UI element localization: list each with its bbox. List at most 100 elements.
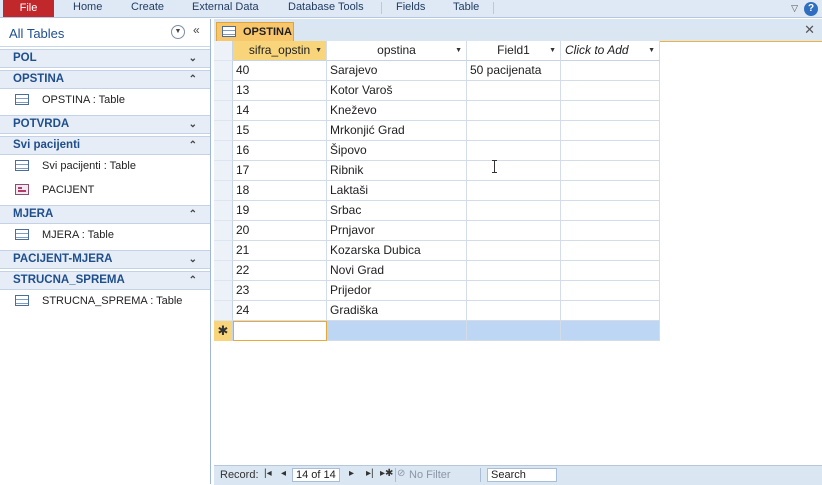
nav-group-header[interactable]: STRUCNA_SPREMA ⌃ (0, 271, 210, 290)
table-cell[interactable] (467, 281, 561, 301)
current-record-field[interactable]: 14 of 14 (292, 468, 340, 482)
table-cell[interactable]: 13 (233, 81, 327, 101)
table-cell[interactable]: 23 (233, 281, 327, 301)
record-selector[interactable] (214, 221, 233, 241)
table-cell[interactable]: 40 (233, 61, 327, 81)
table-cell[interactable] (467, 181, 561, 201)
tab-fields[interactable]: Fields (396, 0, 425, 17)
table-cell[interactable] (561, 241, 660, 261)
column-header[interactable]: opstina ▼ (327, 41, 467, 61)
no-filter-button[interactable]: No Filter (409, 469, 451, 481)
document-tab-opstina[interactable]: OPSTINA (216, 22, 294, 41)
nav-group-header[interactable]: POTVRDA ⌄ (0, 115, 210, 134)
table-cell[interactable]: Novi Grad (327, 261, 467, 281)
nav-object-item[interactable]: STRUCNA_SPREMA : Table (0, 290, 210, 314)
expand-chevron-icon[interactable]: ⌄ (189, 116, 197, 133)
table-cell[interactable]: Gradiška (327, 301, 467, 321)
table-cell[interactable]: Kneževo (327, 101, 467, 121)
tab-home[interactable]: Home (73, 0, 102, 17)
collapse-chevron-icon[interactable]: ⌃ (189, 272, 197, 289)
table-cell[interactable]: Srbac (327, 201, 467, 221)
record-selector[interactable] (214, 201, 233, 221)
column-header[interactable]: Field1 ▼ (467, 41, 561, 61)
table-cell[interactable] (561, 301, 660, 321)
nav-group-header[interactable]: OPSTINA ⌃ (0, 70, 210, 89)
table-cell[interactable]: Sarajevo (327, 61, 467, 81)
first-record-icon[interactable]: |◂ (264, 468, 272, 479)
table-cell[interactable] (561, 221, 660, 241)
table-cell[interactable] (561, 201, 660, 221)
nav-object-item[interactable]: OPSTINA : Table (0, 89, 210, 113)
table-cell[interactable] (561, 261, 660, 281)
previous-record-icon[interactable]: ◂ (281, 468, 286, 479)
nav-group-header[interactable]: MJERA ⌃ (0, 205, 210, 224)
table-cell[interactable] (561, 181, 660, 201)
table-cell[interactable]: 17 (233, 161, 327, 181)
column-dropdown-icon[interactable]: ▼ (315, 41, 322, 60)
nav-group-header[interactable]: Svi pacijenti ⌃ (0, 136, 210, 155)
nav-group-header[interactable]: POL ⌄ (0, 49, 210, 68)
table-cell[interactable]: Mrkonjić Grad (327, 121, 467, 141)
table-cell[interactable] (467, 301, 561, 321)
expand-chevron-icon[interactable]: ⌄ (189, 50, 197, 67)
tab-database-tools[interactable]: Database Tools (288, 0, 364, 17)
new-record-cell[interactable] (561, 321, 660, 341)
table-cell[interactable] (561, 281, 660, 301)
table-cell[interactable] (561, 81, 660, 101)
tab-external-data[interactable]: External Data (192, 0, 259, 17)
file-tab[interactable]: File (3, 0, 54, 17)
table-cell[interactable] (561, 101, 660, 121)
table-cell[interactable]: 16 (233, 141, 327, 161)
nav-object-item[interactable]: PACIJENT (0, 179, 210, 203)
table-cell[interactable]: 15 (233, 121, 327, 141)
table-cell[interactable]: 19 (233, 201, 327, 221)
column-header[interactable]: sifra_opstin ▼ (233, 41, 327, 61)
new-record-icon[interactable]: ▸✱ (380, 468, 393, 479)
nav-object-item[interactable]: MJERA : Table (0, 224, 210, 248)
table-cell[interactable] (561, 121, 660, 141)
record-selector[interactable] (214, 301, 233, 321)
record-selector[interactable] (214, 121, 233, 141)
nav-menu-dropdown-icon[interactable]: ▼ (171, 25, 185, 39)
record-selector[interactable] (214, 261, 233, 281)
table-cell[interactable]: Laktaši (327, 181, 467, 201)
new-record-cell[interactable] (467, 321, 561, 341)
table-cell[interactable] (561, 61, 660, 81)
table-cell[interactable]: 20 (233, 221, 327, 241)
collapse-chevron-icon[interactable]: ⌃ (189, 206, 197, 223)
record-selector[interactable] (214, 61, 233, 81)
table-cell[interactable]: Kotor Varoš (327, 81, 467, 101)
last-record-icon[interactable]: ▸| (366, 468, 374, 479)
click-to-add-column-header[interactable]: Click to Add ▼ (561, 41, 660, 61)
column-dropdown-icon[interactable]: ▼ (549, 41, 556, 60)
column-dropdown-icon[interactable]: ▼ (455, 41, 462, 60)
record-selector[interactable] (214, 241, 233, 261)
close-document-icon[interactable]: ✕ (804, 22, 815, 38)
record-selector[interactable] (214, 281, 233, 301)
table-cell[interactable] (467, 261, 561, 281)
nav-object-item[interactable]: Svi pacijenti : Table (0, 155, 210, 179)
table-cell[interactable] (561, 161, 660, 181)
table-cell[interactable]: 14 (233, 101, 327, 121)
record-selector[interactable] (214, 101, 233, 121)
shutter-bar-close-icon[interactable]: « (193, 23, 200, 37)
nav-group-header[interactable]: PACIJENT-MJERA ⌄ (0, 250, 210, 269)
table-cell[interactable] (467, 101, 561, 121)
next-record-icon[interactable]: ▸ (349, 468, 354, 479)
select-all-corner[interactable] (214, 41, 233, 61)
table-cell[interactable]: 22 (233, 261, 327, 281)
table-cell[interactable] (467, 221, 561, 241)
table-cell[interactable]: Prnjavor (327, 221, 467, 241)
record-selector[interactable] (214, 81, 233, 101)
new-record-marker-icon[interactable]: ✱ (214, 321, 233, 341)
collapse-chevron-icon[interactable]: ⌃ (189, 137, 197, 154)
collapse-chevron-icon[interactable]: ⌃ (189, 71, 197, 88)
minimize-ribbon-icon[interactable]: ▽ (791, 3, 798, 14)
new-record-cell[interactable] (233, 321, 327, 341)
table-cell[interactable]: 21 (233, 241, 327, 261)
nav-header[interactable]: All Tables ▼ « (0, 19, 210, 47)
new-record-cell[interactable] (327, 321, 467, 341)
search-input[interactable]: Search (487, 468, 557, 482)
table-cell[interactable] (467, 141, 561, 161)
table-cell[interactable]: 18 (233, 181, 327, 201)
